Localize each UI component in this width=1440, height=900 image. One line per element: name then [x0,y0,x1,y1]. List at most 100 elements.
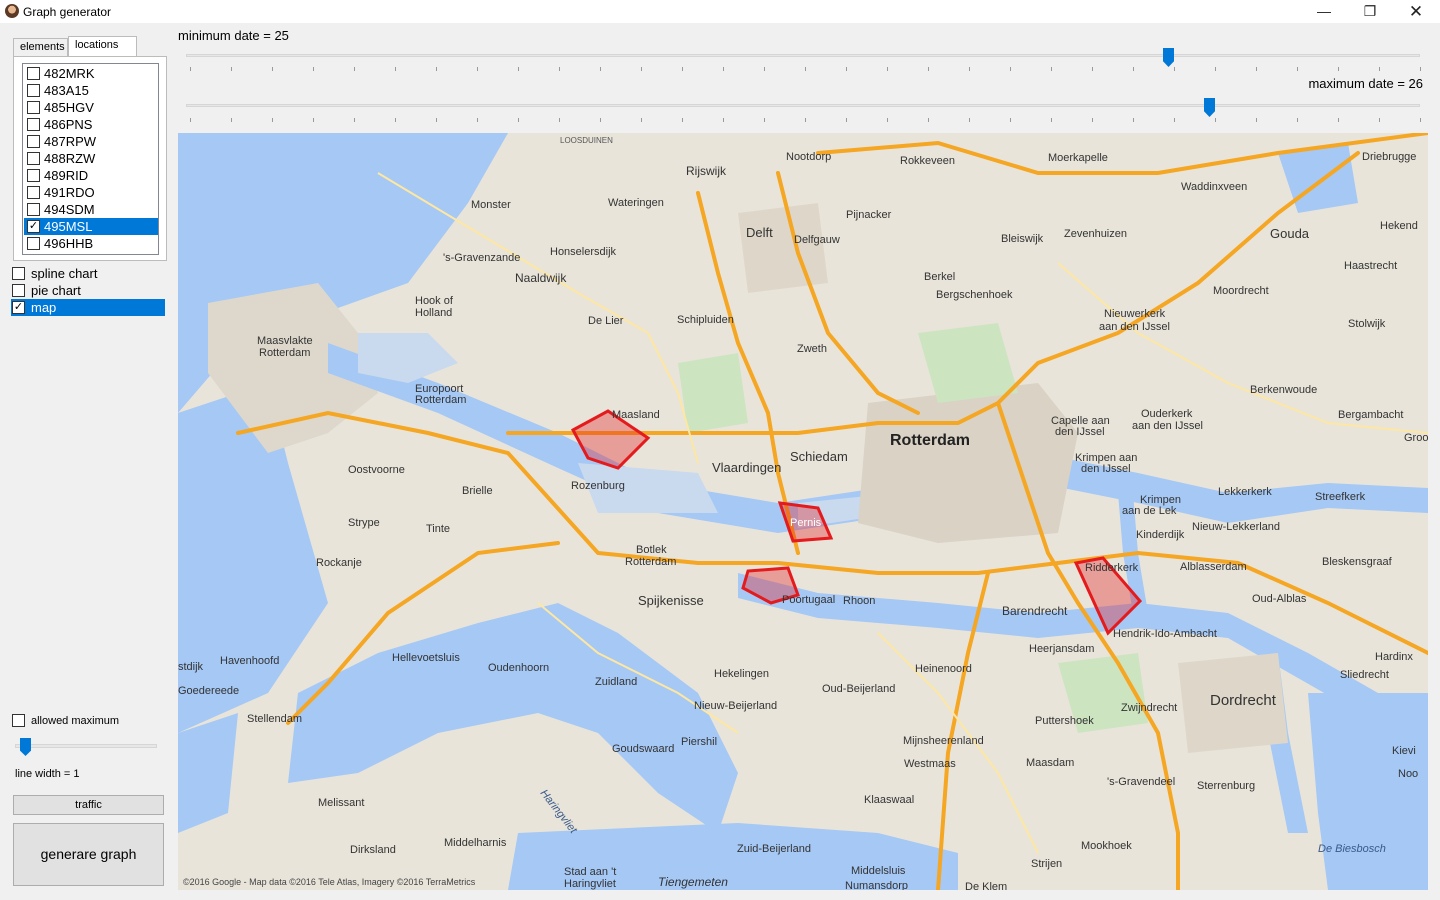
generate-graph-button[interactable]: generare graph [13,823,164,886]
checkbox-icon[interactable] [27,186,40,199]
chart-option-label: pie chart [31,283,81,298]
allowed-maximum-checkbox[interactable]: allowed maximum [11,713,119,729]
label-naaldwijk: Naaldwijk [515,271,567,285]
location-label: 494SDM [44,202,95,217]
label-brielle: Brielle [462,485,493,497]
label-gravenzande: 's-Gravenzande [443,252,520,264]
slider-tick [1092,67,1093,71]
label-haringvliet: Haringvliet [538,787,580,836]
checkbox-icon[interactable] [27,84,40,97]
label-stellendam: Stellendam [247,713,302,725]
slider-tick [518,67,519,71]
label-rokkeveen: Rokkeveen [900,155,955,167]
label-hardinxveld: Hardinx [1375,651,1413,663]
checkbox-icon[interactable] [27,118,40,131]
location-item[interactable]: 483A15 [24,82,158,99]
maximum-date-slider-thumb[interactable] [1204,98,1215,117]
locations-list[interactable]: 482MRK 483A15 485HGV 486PNS 487RPW 488RZW 489R… [22,63,159,255]
label-dirksland: Dirksland [350,844,396,856]
chart-option-spline-chart[interactable]: spline chart [11,265,165,282]
minimum-date-slider-thumb[interactable] [1163,48,1174,67]
label-bergschenhoek: Bergschenhoek [936,289,1013,301]
checkbox-icon[interactable] [27,67,40,80]
location-item[interactable]: 487RPW [24,133,158,150]
checkbox-icon[interactable] [27,135,40,148]
location-label: 491RDO [44,185,95,200]
slider-tick [1215,67,1216,71]
label-gouda: Gouda [1270,226,1310,241]
line-width-slider-track[interactable] [15,744,157,748]
restore-button[interactable]: ❐ [1347,0,1393,23]
label-pijnacker: Pijnacker [846,209,892,221]
slider-tick [518,118,519,122]
location-item[interactable]: 488RZW [24,150,158,167]
map-canvas: Rotterdam Schiedam Vlaardingen Maasland … [178,133,1428,890]
checkbox-icon[interactable] [27,152,40,165]
slider-tick [1420,67,1421,71]
svg-text:Rotterdam: Rotterdam [625,556,676,568]
maximum-date-slider-track[interactable] [186,104,1420,107]
slider-tick [805,67,806,71]
location-label: 483A15 [44,83,89,98]
label-nieuwerkerk: Nieuwerkerk [1104,308,1166,320]
traffic-button[interactable]: traffic [13,795,164,815]
label-maasvlakte: Maasvlakte [257,335,313,347]
window-title: Graph generator [23,5,112,19]
chart-option-map[interactable]: ✓ map [11,299,165,316]
label-zuid-beijerland: Zuid-Beijerland [737,843,811,855]
slider-tick [1215,118,1216,122]
maximum-date-label: maximum date = 26 [1308,76,1423,91]
label-stolwijk: Stolwijk [1348,318,1386,330]
svg-text:Rotterdam: Rotterdam [415,394,466,406]
checkbox-icon[interactable] [27,169,40,182]
tab-locations[interactable]: locations [68,36,137,57]
chart-option-pie-chart[interactable]: pie chart [11,282,165,299]
label-de-klem: De Klem [965,881,1007,890]
location-item[interactable]: 485HGV [24,99,158,116]
label-hendrik-ido: Hendrik-Ido-Ambacht [1113,628,1217,640]
location-item[interactable]: 494SDM [24,201,158,218]
label-hekelingen: Hekelingen [714,668,769,680]
label-melissant: Melissant [318,797,364,809]
label-rotterdam: Rotterdam [890,432,970,449]
slider-tick [477,67,478,71]
slider-tick [436,118,437,122]
label-noo: Noo [1398,768,1418,780]
location-item[interactable]: ✓ 495MSL [24,218,158,235]
svg-text:Haringvliet: Haringvliet [564,878,616,890]
label-groo: Groo [1404,432,1428,444]
location-item[interactable]: 486PNS [24,116,158,133]
slider-tick [1338,67,1339,71]
location-item[interactable]: 489RID [24,167,158,184]
checkbox-checked-icon[interactable]: ✓ [12,301,25,314]
tab-elements[interactable]: elements [13,38,68,56]
minimize-button[interactable]: — [1301,0,1347,23]
checkbox-icon[interactable] [12,267,25,280]
slider-tick [1256,118,1257,122]
checkbox-icon[interactable] [27,101,40,114]
checkbox-checked-icon[interactable]: ✓ [27,220,40,233]
label-haastrecht: Haastrecht [1344,260,1397,272]
slider-tick [723,67,724,71]
map-view[interactable]: Rotterdam Schiedam Vlaardingen Maasland … [178,133,1428,890]
checkbox-icon[interactable] [27,237,40,250]
location-item[interactable]: 482MRK [24,65,158,82]
label-rhoon: Rhoon [843,595,875,607]
line-width-slider-thumb[interactable] [20,738,31,756]
close-button[interactable]: ✕ [1393,0,1439,23]
minimum-date-slider-track[interactable] [186,54,1420,57]
slider-tick [231,67,232,71]
slider-tick [1256,67,1257,71]
label-ostdijk: stdijk [178,661,204,673]
slider-tick [1133,118,1134,122]
slider-tick [723,118,724,122]
checkbox-icon[interactable] [27,203,40,216]
location-item[interactable]: 491RDO [24,184,158,201]
location-item[interactable]: 496HHB [24,235,158,252]
label-wateringen: Wateringen [608,197,664,209]
label-honselersdijk: Honselersdijk [550,246,617,258]
biesbosch [1308,693,1428,890]
checkbox-icon[interactable] [12,284,25,297]
urban-delft [738,203,828,293]
slider-tick [354,67,355,71]
